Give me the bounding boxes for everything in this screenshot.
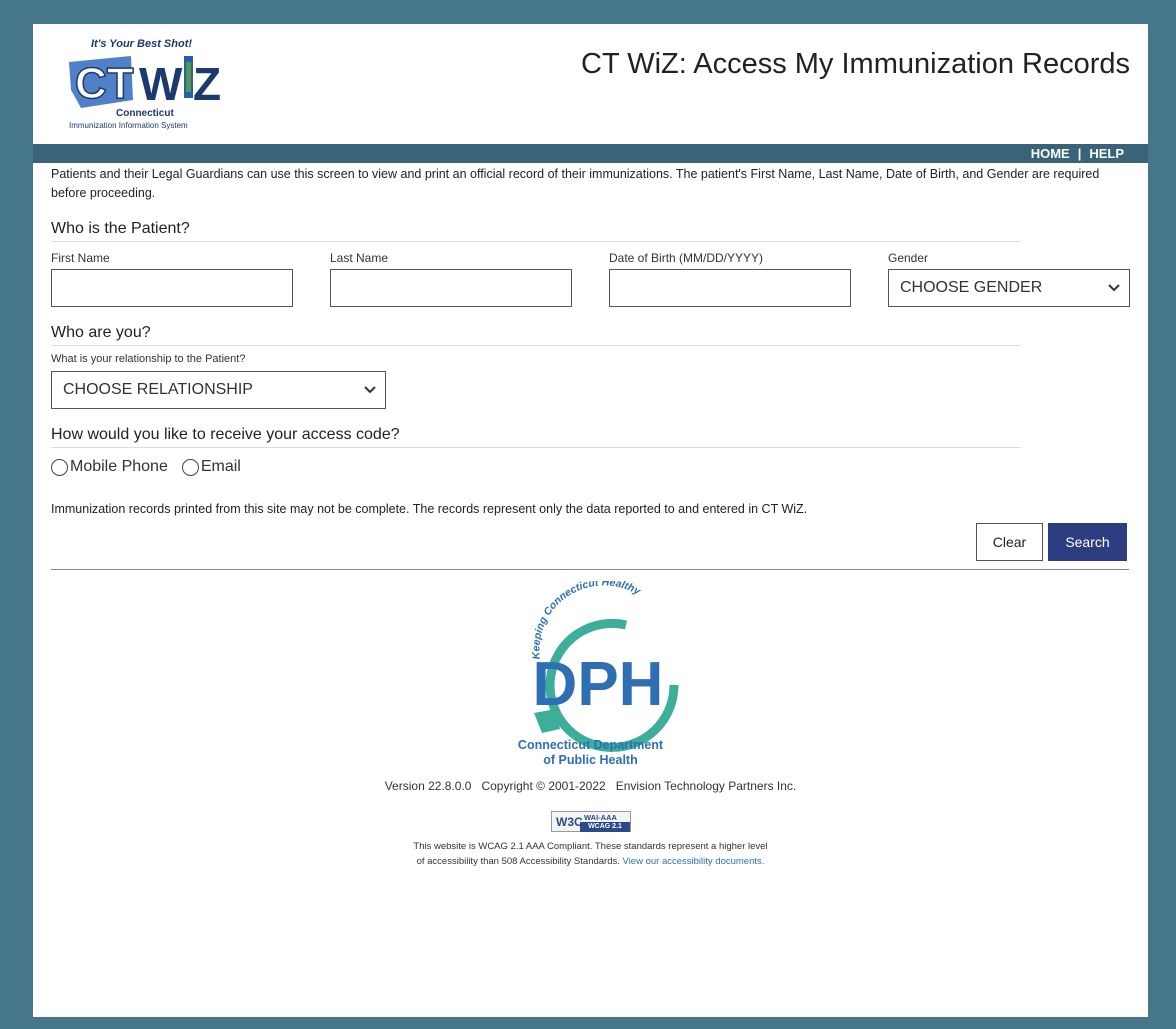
nav-separator: | — [1077, 146, 1082, 161]
last-name-label: Last Name — [330, 251, 389, 265]
radio-mobile-phone-label: Mobile Phone — [70, 458, 168, 475]
intro-text: Patients and their Legal Guardians can u… — [51, 167, 1100, 200]
records-disclaimer: Immunization records printed from this s… — [51, 502, 808, 516]
gender-select[interactable]: CHOOSE GENDER — [888, 269, 1130, 307]
radio-mobile-phone[interactable]: Mobile Phone — [51, 458, 168, 476]
svg-text:W: W — [139, 58, 183, 110]
version-copyright: Version 22.8.0.0 Copyright © 2001-2022 E… — [384, 779, 797, 793]
dph-name-line1: Connecticut Department — [517, 738, 664, 752]
top-navbar: HOME | HELP — [33, 144, 1148, 163]
requester-section-heading: Who are you? — [51, 324, 1021, 346]
first-name-input[interactable] — [51, 269, 293, 307]
dph-arc-text: Keeping Connecticut Healthy — [530, 581, 643, 660]
dph-letters: DPH — [533, 650, 664, 719]
w3c-badge-label: W3C — [556, 815, 583, 829]
relationship-label: What is your relationship to the Patient… — [51, 353, 246, 365]
accessibility-documents-link[interactable]: View our accessibility documents. — [623, 856, 765, 867]
radio-circle-icon[interactable] — [51, 458, 68, 476]
dph-name: Connecticut Department of Public Health — [33, 738, 1148, 768]
first-name-label: First Name — [51, 251, 110, 265]
logo-state: Connecticut — [116, 108, 174, 119]
wcag-statement: This website is WCAG 2.1 AAA Compliant. … — [413, 839, 768, 869]
gender-selected-value: CHOOSE GENDER — [900, 279, 1043, 296]
w3c-wcag-badge[interactable]: W3C WAI-AAA WCAG 2.1 — [551, 811, 631, 832]
chevron-down-icon — [364, 386, 376, 394]
ct-wiz-logo[interactable]: It's Your Best Shot! CT W Z Connecticut … — [61, 38, 236, 136]
divider — [51, 569, 1129, 570]
dph-name-line2: of Public Health — [543, 753, 638, 767]
svg-text:CT: CT — [75, 59, 134, 108]
relationship-select[interactable]: CHOOSE RELATIONSHIP — [51, 371, 386, 409]
svg-text:Z: Z — [193, 58, 221, 110]
logo-system: Immunization Information System — [69, 121, 188, 130]
radio-circle-icon[interactable] — [181, 458, 199, 476]
radio-email-label: Email — [200, 458, 241, 475]
gender-label: Gender — [888, 251, 929, 265]
nav-help-link[interactable]: HELP — [1089, 146, 1124, 161]
nav-home-link[interactable]: HOME — [1031, 146, 1070, 161]
wcag-version-label: WCAG 2.1 — [580, 822, 630, 832]
svg-text:Keeping Connecticut Healthy: Keeping Connecticut Healthy — [530, 581, 643, 660]
dob-label: Date of Birth (MM/DD/YYYY) — [609, 251, 764, 265]
logo-tagline: It's Your Best Shot! — [91, 38, 193, 50]
clear-button[interactable]: Clear — [976, 523, 1043, 561]
dob-input[interactable] — [609, 269, 851, 307]
last-name-input[interactable] — [330, 269, 572, 307]
access-code-section-heading: How would you like to receive your acces… — [51, 426, 1021, 448]
chevron-down-icon — [1108, 284, 1120, 292]
page: It's Your Best Shot! CT W Z Connecticut … — [33, 24, 1148, 1017]
search-button[interactable]: Search — [1048, 523, 1127, 561]
relationship-selected-value: CHOOSE RELATIONSHIP — [63, 381, 253, 398]
patient-section-heading: Who is the Patient? — [51, 220, 1021, 242]
wai-aaa-label: WAI-AAA — [584, 813, 617, 822]
ct-wiz-logo-mark: CT W Z — [69, 56, 221, 110]
access-code-options: Mobile Phone Email — [51, 458, 255, 476]
page-title: CT WiZ: Access My Immunization Records — [581, 48, 1130, 80]
header: It's Your Best Shot! CT W Z Connecticut … — [33, 24, 1148, 144]
radio-email[interactable]: Email — [181, 458, 241, 476]
